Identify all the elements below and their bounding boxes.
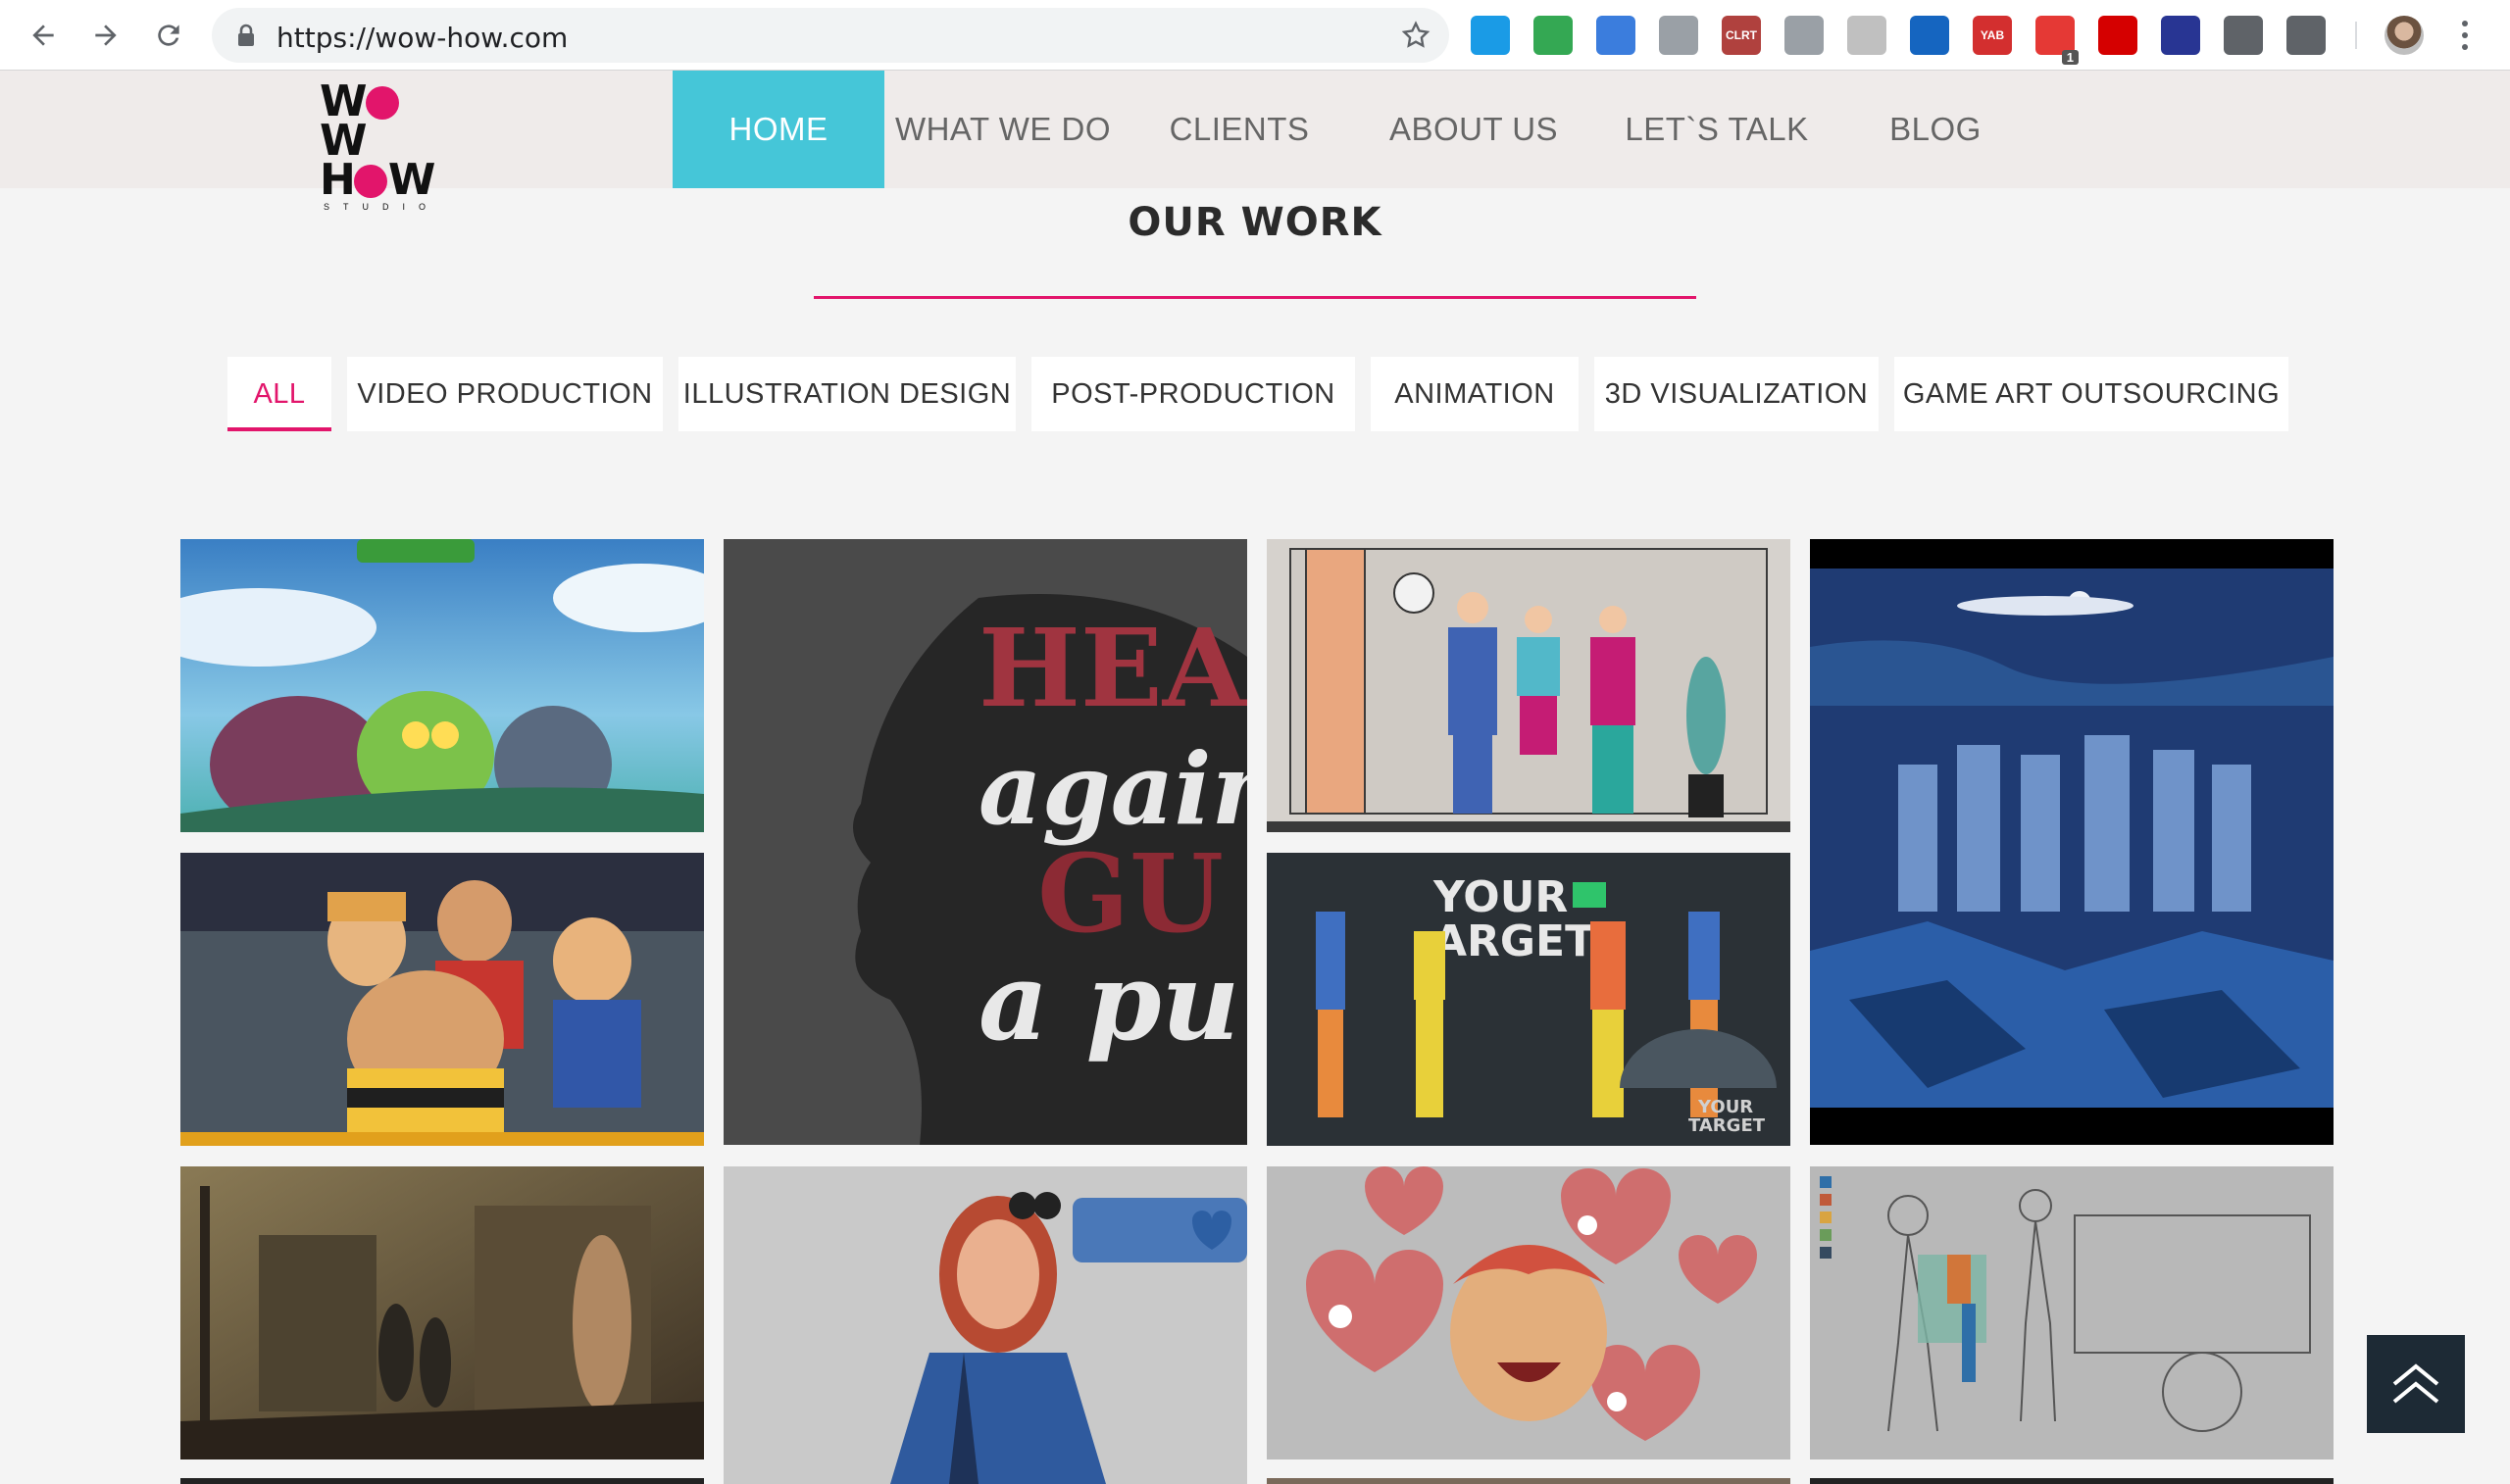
toolbar-divider — [2355, 22, 2357, 49]
office-people-artwork — [1267, 539, 1790, 832]
portfolio-tile-row4-4[interactable] — [1810, 1478, 2334, 1484]
bookmark-star-icon[interactable] — [1400, 20, 1431, 51]
video-hearts-artwork — [1267, 1166, 1790, 1459]
your-target-headline-2: ARGET — [1433, 916, 1594, 966]
night-scene-artwork — [1810, 539, 2334, 1145]
filter-animation[interactable]: ANIMATION — [1371, 357, 1579, 431]
nav-item-about-us[interactable]: ABOUT US — [1357, 71, 1590, 188]
main-navigation: HOME WHAT WE DO CLIENTS ABOUT US LET`S TALK B… — [673, 71, 2028, 188]
filter-game-art-outsourcing[interactable]: GAME ART OUTSOURCING — [1894, 357, 2288, 431]
extensions-bar: CLRT YAB 1 — [1471, 14, 2349, 65]
portfolio-tile-hockey-heroes[interactable]: 81 — [180, 853, 704, 1146]
download-ext-icon[interactable] — [1533, 16, 1573, 55]
double-chevron-up-icon — [2392, 1363, 2439, 1404]
react-ext-icon[interactable] — [1847, 16, 1886, 55]
extension-badge: 1 — [2061, 50, 2079, 65]
address-bar[interactable]: https://wow-how.com — [212, 8, 1449, 63]
portfolio-tile-video-hearts[interactable] — [1267, 1166, 1790, 1459]
portfolio-tile-girl-illustration[interactable] — [724, 1166, 1247, 1484]
your-target-logo-2: TARGET — [1688, 1115, 1766, 1136]
girl-illustration-artwork — [724, 1166, 1247, 1484]
infinity-ext-icon[interactable] — [2224, 16, 2263, 55]
game-creatures-artwork — [180, 539, 704, 832]
typography-word-4: a pu — [979, 938, 1239, 1064]
portfolio-tile-night-scene[interactable] — [1810, 539, 2334, 1145]
nav-item-clients[interactable]: CLIENTS — [1122, 71, 1357, 188]
clrt-ext-icon[interactable]: CLRT — [1722, 16, 1761, 55]
chat-ext-icon[interactable] — [2286, 16, 2326, 55]
nav-item-what-we-do[interactable]: WHAT WE DO — [884, 71, 1122, 188]
portfolio-tile-wasteland[interactable] — [180, 1166, 704, 1459]
section-title: OUR WORK — [1128, 200, 1382, 245]
portfolio-tile-your-target[interactable]: YOUR ARGET YOUR TARGET — [1267, 853, 1790, 1146]
portfolio-tile-office-people[interactable] — [1267, 539, 1790, 832]
arrow-right-icon — [95, 25, 117, 46]
filter-post-production[interactable]: POST-PRODUCTION — [1031, 357, 1355, 431]
refresh-ext-icon[interactable] — [1910, 16, 1949, 55]
nav-item-blog[interactable]: BLOG — [1843, 71, 2028, 188]
portfolio-tile-typography[interactable]: HEA again GU a pu — [724, 539, 1247, 1145]
nav-item-let-s-talk[interactable]: LET`S TALK — [1590, 71, 1843, 188]
window-ext-icon[interactable] — [1471, 16, 1510, 55]
profile-avatar[interactable] — [2384, 16, 2424, 55]
filter-3d-visualization[interactable]: 3D VISUALIZATION — [1594, 357, 1879, 431]
back-to-top-button[interactable] — [2367, 1335, 2465, 1433]
reload-button[interactable] — [145, 12, 192, 59]
typography-artwork: HEA again GU a pu — [724, 539, 1247, 1145]
forward-button[interactable] — [82, 12, 129, 59]
storyboard-sketch-artwork — [1810, 1166, 2334, 1459]
adblock-ext-icon[interactable]: 1 — [2035, 16, 2079, 65]
your-target-headline-1: YOUR — [1432, 872, 1568, 922]
bolt-ext-icon[interactable] — [1596, 16, 1635, 55]
wow-how-logo[interactable]: WW HW STUDIO — [320, 80, 435, 213]
arrow-left-icon — [32, 25, 54, 46]
lock-icon — [238, 24, 254, 46]
typography-word-1: HEA — [979, 605, 1247, 731]
url-text: https://wow-how.com — [276, 22, 569, 54]
hockey-heroes-artwork: 81 — [180, 853, 704, 1146]
filter-all[interactable]: ALL — [227, 357, 331, 431]
cursor-ext-icon[interactable] — [1659, 16, 1698, 55]
your-target-artwork: YOUR ARGET YOUR TARGET — [1267, 853, 1790, 1146]
browser-menu-button[interactable] — [2453, 14, 2477, 57]
portfolio-filters: ALL VIDEO PRODUCTION ILLUSTRATION DESIGN PO… — [227, 357, 2288, 431]
extension-label: YAB — [1980, 28, 2005, 42]
your-target-logo-1: YOUR — [1697, 1097, 1753, 1117]
site-header: WW HW STUDIO HOME WHAT WE DO CLIENTS ABOUT … — [0, 71, 2510, 213]
filter-illustration-design[interactable]: ILLUSTRATION DESIGN — [678, 357, 1016, 431]
wasteland-artwork — [180, 1166, 704, 1459]
target-ext-icon[interactable] — [1784, 16, 1824, 55]
star-ext-icon[interactable] — [2098, 16, 2137, 55]
browser-toolbar: https://wow-how.com CLRT YAB 1 — [0, 0, 2510, 71]
yab-ext-icon[interactable]: YAB — [1973, 16, 2012, 55]
reload-icon — [158, 25, 179, 46]
portfolio-tile-sketch-storyboard[interactable] — [1810, 1166, 2334, 1459]
portfolio-tile-row4-1[interactable] — [180, 1478, 704, 1484]
title-underline — [814, 296, 1696, 299]
back-button[interactable] — [20, 12, 67, 59]
logo-how: HW — [320, 155, 435, 205]
portfolio-tile-game-creatures[interactable] — [180, 539, 704, 832]
extension-label: CLRT — [1726, 28, 1757, 42]
logo-wow: WW — [320, 80, 435, 163]
filter-video-production[interactable]: VIDEO PRODUCTION — [347, 357, 663, 431]
portfolio-tile-row4-3[interactable] — [1267, 1478, 1790, 1484]
nav-item-home[interactable]: HOME — [673, 71, 884, 188]
flag-ext-icon[interactable] — [2161, 16, 2200, 55]
